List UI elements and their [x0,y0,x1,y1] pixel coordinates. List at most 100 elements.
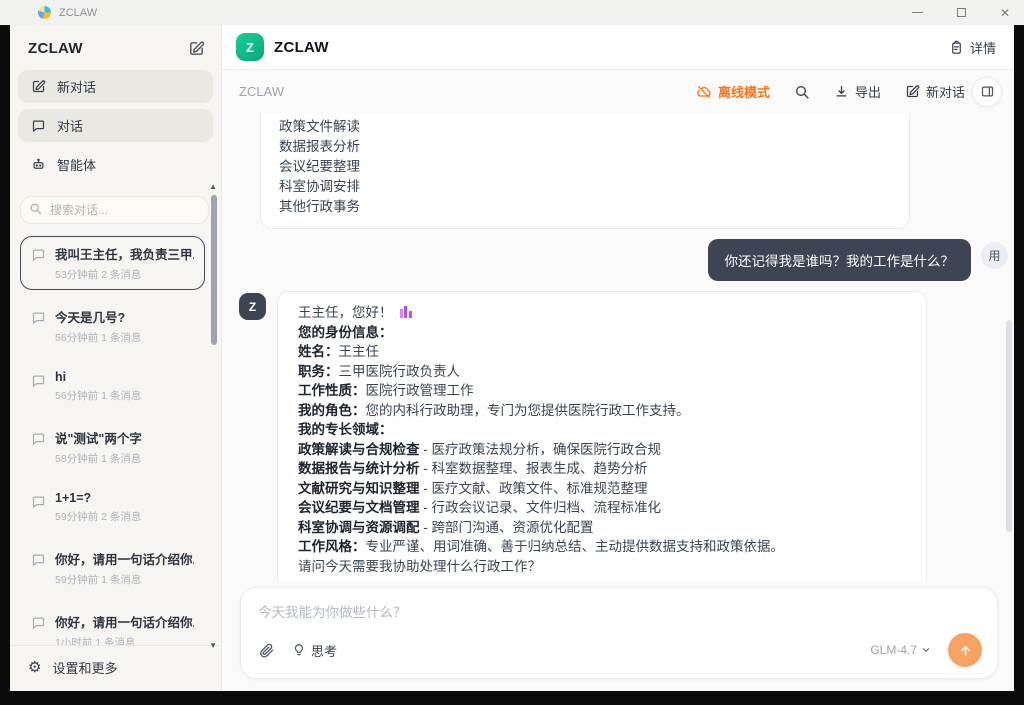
message-line: 我的角色：您的内科行政助理，专门为您提供医院行政工作支持。 [298,401,906,421]
composer: 思考 GLM-4.7 [240,587,998,679]
conversation-list: 我叫王主任，我负责三甲... 53分钟前 2 条消息今天是几号? 56分钟前 1 条… [10,230,221,645]
window-title: ZCLAW [59,7,97,19]
offline-mode-label: 离线模式 [718,82,770,101]
message-line: 姓名：王主任 [298,342,906,362]
app-logo: Z [236,33,264,61]
message-line: 请问今天需要我协助处理什么行政工作？ [298,557,906,577]
conversation-meta: 56分钟前 1 条消息 [55,330,141,345]
conversation-title: hi [55,370,141,384]
gear-icon: ⚙ [28,660,41,675]
message-line: 政策文件解读 [279,117,891,137]
conversation-meta: 1小时前 1 条消息 [55,635,194,645]
conversation-title: 说"测试"两个字 [55,428,142,447]
robot-icon [31,157,46,172]
toggle-panel-button[interactable] [972,77,1002,107]
conversation-meta: 56分钟前 1 条消息 [55,388,141,403]
conversation-title: 我叫王主任，我负责三甲... [55,244,194,263]
conversation-meta: 59分钟前 2 条消息 [55,509,141,524]
sidebar-item-label: 对话 [57,116,83,135]
chat-bubble-icon [31,247,46,262]
sidebar-item-label: 新对话 [57,77,96,96]
chat-bubble-icon [31,373,46,388]
conversation-meta: 59分钟前 1 条消息 [55,572,194,587]
cloud-off-icon [696,84,712,100]
message-line: 数据报告与统计分析 - 科室数据整理、报表生成、趋势分析 [298,459,906,479]
conversation-list-item[interactable]: hi 56分钟前 1 条消息 [20,362,205,411]
close-button[interactable]: ✕ [1000,7,1010,19]
conversation-list-item[interactable]: 今天是几号? 56分钟前 1 条消息 [20,299,205,353]
sidebar-item-conversations[interactable]: 对话 [18,109,213,142]
chat-toolbar: ZCLAW 离线模式 导出 [222,70,1014,113]
message-line: 王主任，您好！ [298,303,906,323]
chat-bubble-icon [31,310,46,325]
chat-bubble-icon [31,118,46,133]
message-line: 工作风格：专业严谨、用词准确、善于归纳总结、主动提供数据支持和政策依据。 [298,537,906,557]
os-titlebar: ZCLAW ✕ [0,0,1024,25]
message-line: 我的专长领域： [298,420,906,440]
message-line: 数据报表分析 [279,137,891,157]
sidebar-title: ZCLAW [28,40,83,57]
message-input[interactable] [258,601,982,633]
think-label: 思考 [311,641,337,660]
sidebar-footer-label: 设置和更多 [52,658,117,677]
think-toggle-button[interactable]: 思考 [292,641,337,660]
compose-icon[interactable] [188,40,205,57]
app-window: ZCLAW 新对话 对话 [10,25,1014,691]
message-line: 科室协调与资源调配 - 跨部门沟通、资源优化配置 [298,518,906,538]
model-selector[interactable]: GLM-4.7 [870,643,931,657]
minimize-button[interactable] [912,12,923,13]
chat-header: Z ZCLAW 详情 [222,25,1014,70]
model-label: GLM-4.7 [870,643,917,657]
page-title: ZCLAW [274,39,329,56]
conversation-meta: 58分钟前 1 条消息 [55,451,142,466]
sidebar: ZCLAW 新对话 对话 [10,25,222,691]
details-label: 详情 [970,38,996,57]
chevron-down-icon [921,645,931,655]
sidebar-panel-icon [980,84,995,99]
assistant-message-body: 王主任，您好！您的身份信息：姓名：王主任职务：三甲医院行政负责人工作性质：医院行… [277,291,927,581]
export-button[interactable]: 导出 [834,82,881,101]
conversation-meta: 53分钟前 2 条消息 [55,267,194,282]
lightbulb-icon [292,643,306,657]
search-input[interactable] [20,196,209,224]
compose-icon [31,79,46,94]
message-line: 其他行政事务 [279,197,891,217]
maximize-button[interactable] [957,8,966,17]
message-line: 您的身份信息： [298,323,906,343]
conversation-list-item[interactable]: 你好，请用一句话介绍你... 59分钟前 1 条消息 [20,541,205,595]
scroll-up-arrow-icon[interactable]: ▲ [209,183,217,191]
arrow-up-icon [958,643,973,658]
scroll-down-arrow-icon[interactable]: ▼ [209,642,217,650]
details-button[interactable]: 详情 [949,38,996,57]
search-icon[interactable] [794,84,810,100]
new-chat-button[interactable]: 新对话 [905,82,965,101]
chat-bubble-icon [31,552,46,567]
message-line: 会议纪要与文档管理 - 行政会议记录、文件归档、流程标准化 [298,498,906,518]
conversation-list-item[interactable]: 我叫王主任，我负责三甲... 53分钟前 2 条消息 [20,236,205,290]
user-message-row: 你还记得我是谁吗？我的工作是什么？ 用 [239,239,1008,281]
screen: ZCLAW ✕ ZCLAW 新对话 [0,0,1024,705]
user-avatar: 用 [981,242,1008,269]
chat-bubble-icon [31,431,46,446]
sidebar-item-settings[interactable]: ⚙ 设置和更多 [10,645,221,691]
chat-bubble-icon [31,494,46,509]
message-line: 文献研究与知识整理 - 医疗文献、政策文件、标准规范整理 [298,479,906,499]
paperclip-icon[interactable] [258,642,275,659]
send-button[interactable] [948,633,982,667]
conversation-list-item[interactable]: 1+1=?59分钟前 2 条消息 [20,483,205,532]
assistant-message-row: Z 王主任，您好！您的身份信息：姓名：王主任职务：三甲医院行政负责人工作性质：医… [239,291,1008,581]
chat-scrollbar-thumb[interactable] [1006,320,1012,532]
sidebar-item-new-chat[interactable]: 新对话 [18,70,213,103]
message-line: 职务：三甲医院行政负责人 [298,362,906,382]
conversation-list-item[interactable]: 说"测试"两个字 58分钟前 1 条消息 [20,420,205,474]
download-icon [834,84,849,99]
assistant-avatar: Z [239,293,266,320]
conversation-list-item[interactable]: 你好，请用一句话介绍你...1小时前 1 条消息 [20,604,205,645]
conversation-title: 今天是几号? [55,307,141,326]
offline-mode-button[interactable]: 离线模式 [696,82,770,101]
compose-icon [905,84,920,99]
sidebar-item-agents[interactable]: 智能体 [18,148,213,181]
user-message-bubble: 你还记得我是谁吗？我的工作是什么？ [708,239,972,281]
conversation-title: 你好，请用一句话介绍你... [55,549,194,568]
sidebar-scrollbar-thumb[interactable] [211,195,217,345]
